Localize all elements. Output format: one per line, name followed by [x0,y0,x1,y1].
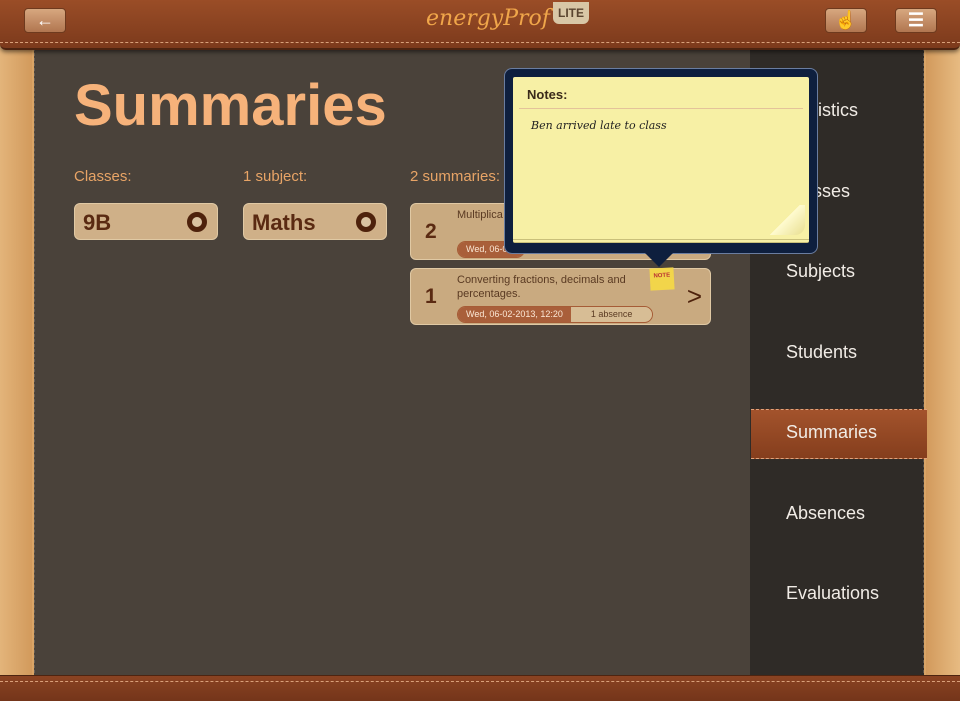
page-curl-icon [765,205,805,235]
touch-button[interactable]: ☝ [825,8,867,33]
summary-text: Converting fractions, decimals and perce… [457,274,626,300]
absence-count: 1 absence [570,307,653,322]
summaries-count-label: 2 summaries: [410,168,501,185]
sidebar-item-students[interactable]: Students [786,342,857,363]
arrow-left-icon: ← [36,10,54,30]
radio-icon [356,212,376,232]
summary-date: Wed, 06-02-2013, 12:20 [458,307,571,322]
classes-label: Classes: [74,168,132,185]
subject-selector[interactable]: Maths [243,203,387,240]
summary-number: 1 [425,285,437,308]
top-bar: ← energyProf LITE ☝ ☰ [0,0,960,50]
app-logo: energyProf [426,6,550,31]
sidebar-item-absences[interactable]: Absences [786,503,865,524]
class-value: 9B [83,210,112,235]
lite-badge: LITE [553,2,589,24]
notes-title: Notes: [519,77,803,109]
subject-value: Maths [252,210,316,235]
sidebar-item-evaluations[interactable]: Evaluations [786,583,879,604]
bottom-bar [0,675,960,701]
note-icon[interactable]: NOTE [649,267,675,291]
menu-icon: ☰ [907,10,925,30]
menu-button[interactable]: ☰ [895,8,937,33]
class-selector[interactable]: 9B [74,203,218,240]
radio-icon [187,212,207,232]
summary-number: 2 [425,220,437,243]
notes-body[interactable]: Ben arrived late to class [513,109,809,142]
chevron-right-icon[interactable]: > [687,281,702,312]
subjects-label: 1 subject: [243,168,308,185]
hand-pointer-icon: ☝ [834,10,858,30]
sidebar-item-subjects[interactable]: Subjects [786,261,855,282]
summary-date-pill: Wed, 06-02-2013, 12:20 1 absence [457,306,654,323]
back-button[interactable]: ← [24,8,66,33]
sidebar-item-summaries[interactable]: Summaries [786,422,877,443]
wood-frame-right [926,40,960,680]
wood-frame-left [0,40,32,680]
notes-popover: Notes: Ben arrived late to class [504,68,818,267]
page-title: Summaries [74,73,387,138]
notes-paper: Notes: Ben arrived late to class [513,77,809,243]
